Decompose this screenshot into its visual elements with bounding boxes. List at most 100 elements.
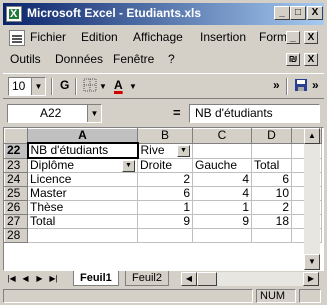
first-sheet-icon[interactable]: |◀ [5, 272, 18, 286]
font-size-combo[interactable]: 10 ▼ [8, 77, 46, 96]
sheet-tab-feuil1[interactable]: Feuil1 [73, 271, 119, 286]
cell[interactable]: Gauche [192, 157, 252, 173]
cell[interactable] [137, 228, 193, 243]
num-lock-indicator: NUM [256, 289, 296, 303]
minimize-button[interactable]: _ [274, 6, 290, 20]
menu-insertion[interactable]: Insertion [200, 30, 246, 44]
scroll-left-icon[interactable]: ◀ [181, 272, 197, 286]
name-box[interactable]: A22 ▼ [7, 104, 102, 123]
menu-outils[interactable]: Outils [10, 52, 41, 66]
next-sheet-icon[interactable]: ▶ [33, 272, 46, 286]
cell-a23[interactable]: Diplôme ▼ [27, 157, 138, 173]
cell[interactable] [27, 228, 138, 243]
scroll-down-icon[interactable]: ▼ [304, 254, 320, 270]
cell[interactable]: 18 [251, 214, 292, 229]
doc-minimize-button[interactable]: _ [286, 31, 300, 44]
equals-sign[interactable]: = [173, 105, 181, 120]
select-all-corner[interactable] [4, 128, 28, 144]
cell[interactable]: Master [27, 186, 138, 201]
toolbar-overflow-chevron[interactable]: » [273, 78, 280, 92]
menu-help[interactable]: ? [168, 52, 175, 66]
font-color-button[interactable]: A [114, 78, 123, 92]
toolbar-overflow-chevron-2[interactable]: » [312, 78, 319, 92]
bold-button[interactable]: G [60, 78, 69, 92]
status-panel-extra [299, 289, 321, 303]
formatting-toolbar: 10 ▼ G ▼ A ▼ » » [3, 73, 324, 99]
cell[interactable]: 4 [192, 172, 252, 187]
spreadsheet-grid[interactable]: A B C D 22 NB d'étudiants Rive ▼ 23 Diplô… [3, 127, 324, 271]
cell[interactable]: 4 [192, 186, 252, 201]
menu-affichage[interactable]: Affichage [133, 30, 183, 44]
row-header[interactable]: 22 [4, 142, 28, 159]
scroll-right-icon[interactable]: ▶ [303, 272, 319, 286]
close-button[interactable]: X [307, 6, 323, 20]
scroll-thumb[interactable] [197, 272, 217, 286]
cell[interactable]: 2 [137, 172, 193, 187]
row-header[interactable]: 23 [4, 157, 28, 173]
cell[interactable] [192, 228, 252, 243]
cell[interactable]: 6 [251, 172, 292, 187]
save-icon[interactable] [294, 78, 308, 95]
chevron-down-icon[interactable]: ▼ [99, 82, 107, 91]
cell[interactable]: Total [27, 214, 138, 229]
column-header-b[interactable]: B [137, 128, 193, 144]
status-message [3, 289, 253, 303]
cell[interactable]: Thèse [27, 200, 138, 215]
maximize-button[interactable]: □ [290, 6, 306, 20]
cell[interactable]: Total [251, 157, 292, 173]
window-title: Microsoft Excel - Etudiants.xls [27, 6, 202, 20]
formula-input[interactable]: NB d'étudiants [189, 104, 320, 123]
cell[interactable] [192, 142, 252, 159]
title-bar[interactable]: X Microsoft Excel - Etudiants.xls _ □ X [3, 3, 324, 25]
table-row: 27 Total 9 9 18 [4, 214, 322, 229]
cell[interactable]: Licence [27, 172, 138, 187]
chevron-down-icon[interactable]: ▼ [129, 82, 137, 91]
excel-app-icon[interactable]: X [6, 6, 22, 22]
cell[interactable]: 6 [137, 186, 193, 201]
row-header[interactable]: 28 [4, 228, 28, 243]
row-header[interactable]: 26 [4, 200, 28, 215]
cell[interactable] [251, 228, 292, 243]
cell[interactable]: Droite [137, 157, 193, 173]
borders-icon[interactable] [83, 78, 97, 95]
filter-dropdown-icon[interactable]: ▼ [177, 145, 190, 157]
excel-window: X Microsoft Excel - Etudiants.xls _ □ X … [0, 0, 327, 305]
doc-restore-button[interactable]: ₪ [286, 53, 300, 66]
chevron-down-icon[interactable]: ▼ [87, 105, 101, 122]
cell[interactable]: 1 [192, 200, 252, 215]
sheet-tab-feuil2[interactable]: Feuil2 [125, 271, 169, 286]
table-row: 28 [4, 228, 322, 243]
cell[interactable]: 2 [251, 200, 292, 215]
vertical-scrollbar[interactable]: ▲ ▼ [304, 128, 320, 270]
column-header-d[interactable]: D [251, 128, 292, 144]
cell[interactable]: 9 [137, 214, 193, 229]
row-header[interactable]: 24 [4, 172, 28, 187]
prev-sheet-icon[interactable]: ◀ [19, 272, 32, 286]
menu-edition[interactable]: Edition [81, 30, 118, 44]
active-cell-a22[interactable]: NB d'étudiants [26, 142, 139, 159]
formula-bar: A22 ▼ = NB d'étudiants [3, 101, 324, 125]
menu-fenetre[interactable]: Fenêtre [113, 52, 154, 66]
column-header-a[interactable]: A [27, 128, 138, 144]
filter-dropdown-icon[interactable]: ▼ [122, 160, 135, 172]
row-header[interactable]: 25 [4, 186, 28, 201]
table-row: 24 Licence 2 4 6 [4, 172, 322, 187]
chevron-down-icon[interactable]: ▼ [31, 78, 45, 95]
grid-border-icon [83, 78, 97, 92]
menu-donnees[interactable]: Données [55, 52, 103, 66]
menu-fichier[interactable]: Fichier [30, 30, 66, 44]
column-header-c[interactable]: C [192, 128, 252, 144]
table-row: 25 Master 6 4 10 [4, 186, 322, 201]
doc-close-button[interactable]: X [304, 31, 318, 44]
cell[interactable]: 1 [137, 200, 193, 215]
document-icon[interactable] [9, 30, 25, 46]
cell[interactable]: 9 [192, 214, 252, 229]
cell-b22[interactable]: Rive ▼ [137, 142, 193, 159]
doc-close-button-2[interactable]: X [304, 53, 318, 66]
horizontal-scrollbar[interactable]: ◀ ▶ [181, 272, 319, 286]
cell[interactable]: 10 [251, 186, 292, 201]
cell[interactable] [251, 142, 292, 159]
scroll-up-icon[interactable]: ▲ [304, 128, 320, 144]
last-sheet-icon[interactable]: ▶| [47, 272, 60, 286]
row-header[interactable]: 27 [4, 214, 28, 229]
